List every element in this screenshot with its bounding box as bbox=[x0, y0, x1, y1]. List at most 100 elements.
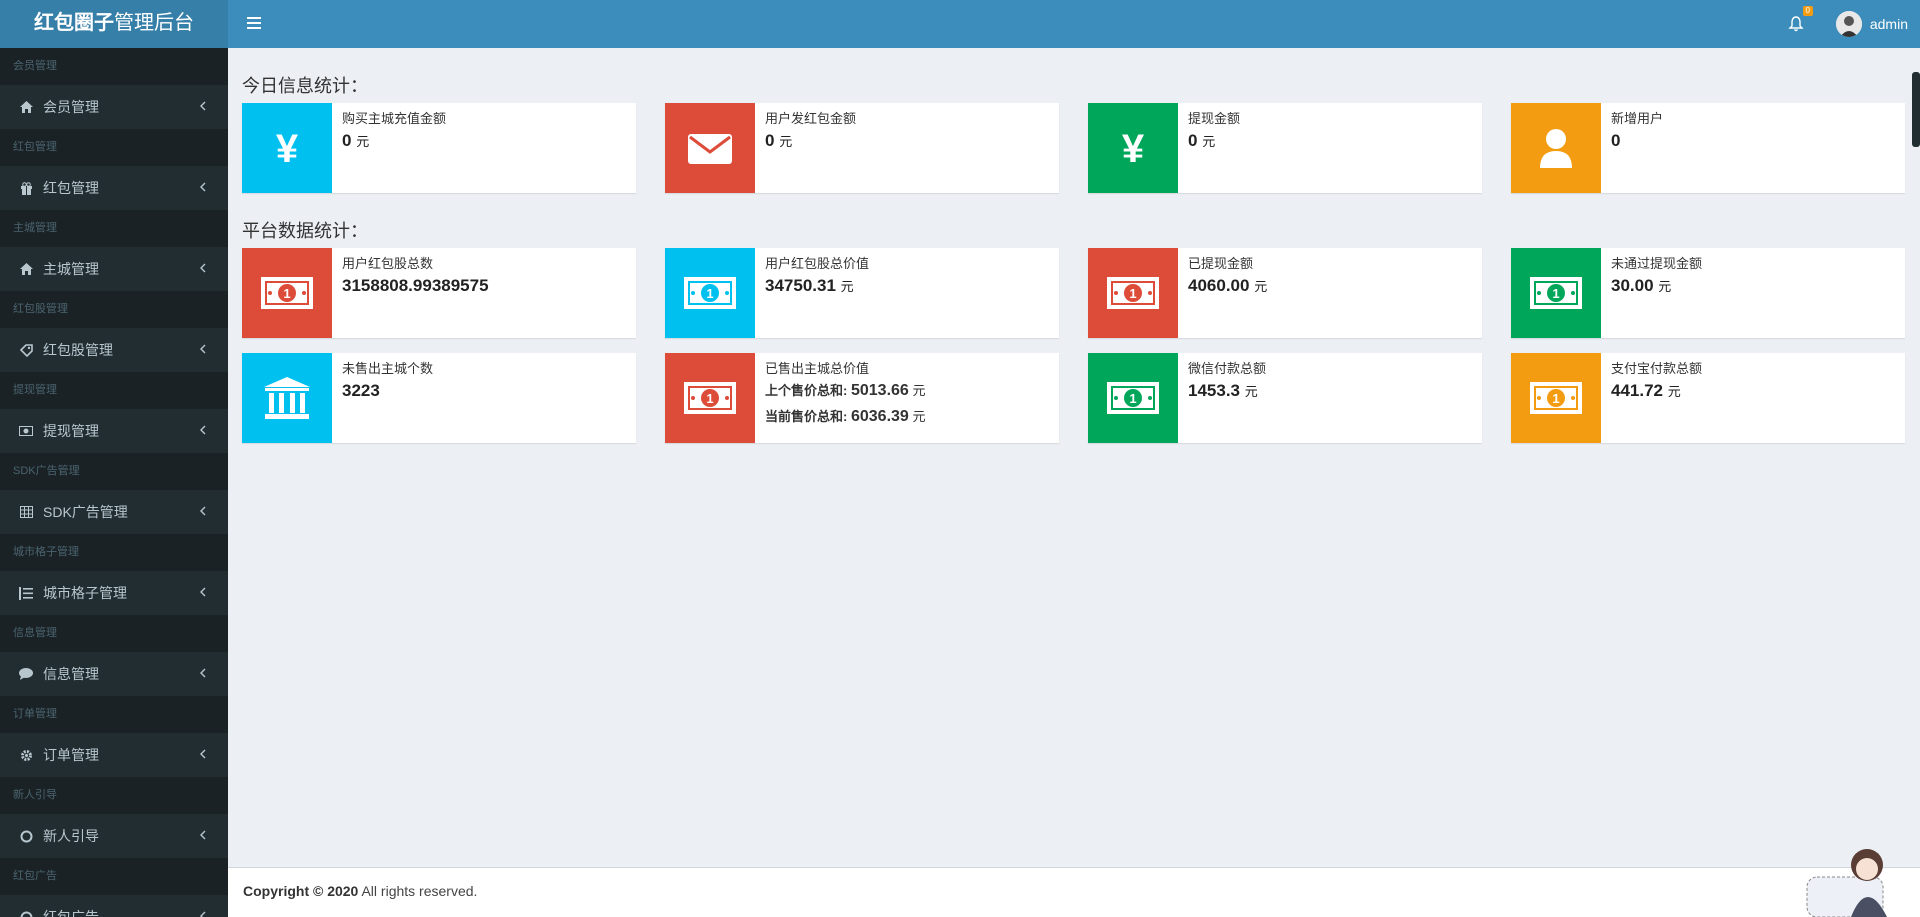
sidebar-section-header: 新人引导 bbox=[0, 777, 228, 814]
sidebar-item[interactable]: 信息管理 bbox=[0, 652, 228, 696]
info-box-icon: 1 bbox=[665, 353, 755, 443]
money-icon: 1 bbox=[260, 276, 314, 310]
today-stats-title: 今日信息统计： bbox=[242, 76, 368, 96]
info-box-icon bbox=[1511, 103, 1601, 193]
notifications-button[interactable]: 0 bbox=[1784, 6, 1813, 36]
sidebar-item[interactable]: 城市格子管理 bbox=[0, 571, 228, 615]
info-box-label: 购买主城充值金额 bbox=[342, 111, 447, 126]
info-box-icon: 1 bbox=[1511, 248, 1601, 338]
sidebar-item[interactable]: 红包管理 bbox=[0, 166, 228, 210]
sidebar-section-header: 红包管理 bbox=[0, 129, 228, 166]
mascot-widget[interactable] bbox=[1805, 837, 1910, 917]
money-icon: 1 bbox=[1106, 381, 1160, 415]
info-box-icon: ¥ bbox=[1088, 103, 1178, 193]
unit: 元 bbox=[840, 279, 854, 294]
info-box-label: 已提现金额 bbox=[1188, 256, 1254, 271]
sidebar-item-label: 提现管理 bbox=[43, 423, 99, 439]
info-box-value: 0 元 bbox=[765, 128, 1049, 155]
sidebar-item[interactable]: 提现管理 bbox=[0, 409, 228, 453]
value-number: 0 bbox=[1611, 131, 1621, 150]
info-box-value: 0 元 bbox=[342, 128, 626, 155]
logo[interactable]: 红包圈子管理后台 bbox=[0, 0, 228, 48]
sub-label: 上个售价总和: bbox=[765, 383, 848, 398]
sidebar-item-label: 信息管理 bbox=[43, 666, 99, 682]
chevron-left-icon bbox=[196, 342, 210, 356]
chevron-left-icon bbox=[196, 747, 210, 761]
sidebar-item-label: 红包广告 bbox=[43, 909, 99, 917]
sidebar-item[interactable]: SDK广告管理 bbox=[0, 490, 228, 534]
logo-rest: 管理后台 bbox=[114, 12, 194, 34]
info-box-label: 用户发红包金额 bbox=[765, 111, 857, 126]
info-box: ¥ 提现金额 0 元 bbox=[1088, 103, 1482, 193]
copyright: Copyright © 2020 bbox=[243, 883, 359, 899]
info-box-value: 4060.00 元 bbox=[1188, 273, 1472, 300]
username: admin bbox=[1869, 16, 1908, 32]
info-box-value: 0 元 bbox=[1188, 128, 1472, 155]
notification-badge: 0 bbox=[1802, 6, 1813, 16]
money-icon: 1 bbox=[683, 381, 737, 415]
info-box: 用户发红包金额 0 元 bbox=[665, 103, 1059, 193]
tag-icon bbox=[18, 342, 34, 358]
user-menu[interactable]: admin bbox=[1835, 10, 1908, 38]
sidebar-item[interactable]: 新人引导 bbox=[0, 814, 228, 858]
money-icon: 1 bbox=[1106, 276, 1160, 310]
scrollbar[interactable] bbox=[1912, 72, 1920, 147]
sidebar-item[interactable]: 主城管理 bbox=[0, 247, 228, 291]
info-box-icon: 1 bbox=[1088, 353, 1178, 443]
sub-value: 6036.39 bbox=[850, 408, 909, 425]
home-icon bbox=[18, 99, 34, 115]
sidebar: 会员管理 会员管理 红包管理 红包管理 主城管理 主城管理 红包股管理 红包股管理 提现管理 提现… bbox=[0, 48, 228, 917]
sidebar-section-header: SDK广告管理 bbox=[0, 453, 228, 490]
sidebar-item[interactable]: 红包股管理 bbox=[0, 328, 228, 372]
chevron-left-icon bbox=[196, 261, 210, 275]
chevron-left-icon bbox=[196, 99, 210, 113]
footer: Copyright © 2020 All rights reserved. bbox=[228, 867, 1920, 917]
info-box-value: 3223 bbox=[342, 378, 626, 405]
unit: 元 bbox=[912, 409, 926, 424]
info-box-value: 441.72 元 bbox=[1611, 378, 1895, 405]
info-box-icon bbox=[242, 353, 332, 443]
info-box: 1 用户红包股总价值 34750.31 元 bbox=[665, 248, 1059, 338]
gear-icon bbox=[18, 747, 34, 763]
sidebar-item[interactable]: 订单管理 bbox=[0, 733, 228, 777]
sub-label: 当前售价总和: bbox=[765, 409, 848, 424]
info-box: ¥ 购买主城充值金额 0 元 bbox=[242, 103, 636, 193]
unit: 元 bbox=[1658, 279, 1672, 294]
svg-text:1: 1 bbox=[1552, 286, 1559, 301]
info-box-label: 支付宝付款总额 bbox=[1611, 361, 1703, 376]
yen-icon: ¥ bbox=[265, 126, 309, 170]
chevron-left-icon bbox=[196, 180, 210, 194]
money-icon: 1 bbox=[1529, 381, 1583, 415]
sidebar-item-label: SDK广告管理 bbox=[43, 504, 128, 520]
circle-icon bbox=[18, 828, 34, 844]
platform-stats-title: 平台数据统计： bbox=[242, 221, 368, 241]
sidebar-item[interactable]: 红包广告 bbox=[0, 895, 228, 917]
circle-icon bbox=[18, 909, 34, 917]
chevron-left-icon bbox=[196, 504, 210, 518]
value-number: 4060.00 bbox=[1188, 276, 1250, 295]
money-icon bbox=[18, 423, 34, 439]
bell-icon bbox=[1788, 16, 1804, 32]
info-box: 1 已售出主城总价值 上个售价总和: 5013.66 元当前售价总和: 6036.3… bbox=[665, 353, 1059, 443]
sidebar-item[interactable]: 会员管理 bbox=[0, 85, 228, 129]
unit: 元 bbox=[1254, 279, 1268, 294]
value-number: 0 bbox=[765, 131, 775, 150]
unit: 元 bbox=[779, 134, 793, 149]
info-box-label: 已售出主城总价值 bbox=[765, 361, 870, 376]
value-number: 3223 bbox=[342, 381, 380, 400]
info-box-label: 用户红包股总价值 bbox=[765, 256, 870, 271]
svg-text:¥: ¥ bbox=[276, 127, 299, 170]
info-box: 未售出主城个数 3223 bbox=[242, 353, 636, 443]
chevron-left-icon bbox=[196, 666, 210, 680]
sidebar-section-header: 红包股管理 bbox=[0, 291, 228, 328]
value-number: 0 bbox=[342, 131, 352, 150]
info-box-label: 微信付款总额 bbox=[1188, 361, 1267, 376]
info-box-label: 提现金额 bbox=[1188, 111, 1241, 126]
info-box-icon: ¥ bbox=[242, 103, 332, 193]
unit: 元 bbox=[356, 134, 370, 149]
unit: 元 bbox=[1202, 134, 1216, 149]
user-icon bbox=[1534, 126, 1578, 170]
sidebar-toggle-button[interactable] bbox=[242, 12, 266, 36]
sidebar-section-header: 信息管理 bbox=[0, 615, 228, 652]
info-box: 新增用户 0 bbox=[1511, 103, 1905, 193]
